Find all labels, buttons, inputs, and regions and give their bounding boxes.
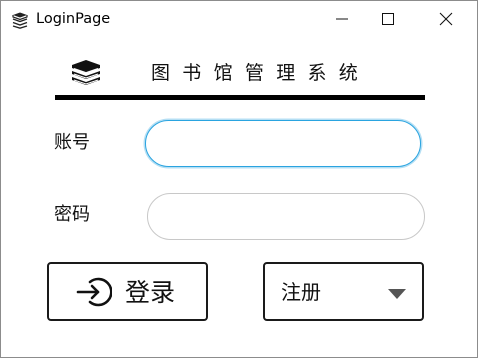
password-label: 密码: [54, 204, 90, 225]
title-bar[interactable]: LoginPage: [1, 1, 477, 38]
book-stack-icon: [12, 12, 28, 29]
account-label: 账号: [54, 132, 90, 153]
login-button-label: 登录: [125, 278, 176, 307]
login-arrow-icon: [76, 277, 112, 307]
login-window: LoginPage 图书馆管理系统 账号 密码 登录 注册: [0, 0, 478, 358]
close-button[interactable]: [423, 1, 469, 37]
header-divider: [55, 95, 425, 100]
register-select-value: 注册: [281, 280, 321, 304]
password-input[interactable]: [147, 193, 425, 240]
book-stack-icon: [72, 60, 100, 85]
minimize-icon: [336, 18, 348, 20]
app-title: 图书馆管理系统: [151, 62, 371, 84]
maximize-icon: [382, 13, 394, 25]
login-button[interactable]: 登录: [47, 262, 208, 321]
register-select[interactable]: 注册: [263, 262, 424, 321]
window-title: LoginPage: [36, 11, 111, 27]
close-icon: [439, 12, 453, 26]
minimize-button[interactable]: [319, 1, 365, 37]
account-input[interactable]: [145, 120, 421, 167]
maximize-button[interactable]: [365, 1, 411, 37]
dropdown-arrow-icon: [388, 289, 406, 299]
